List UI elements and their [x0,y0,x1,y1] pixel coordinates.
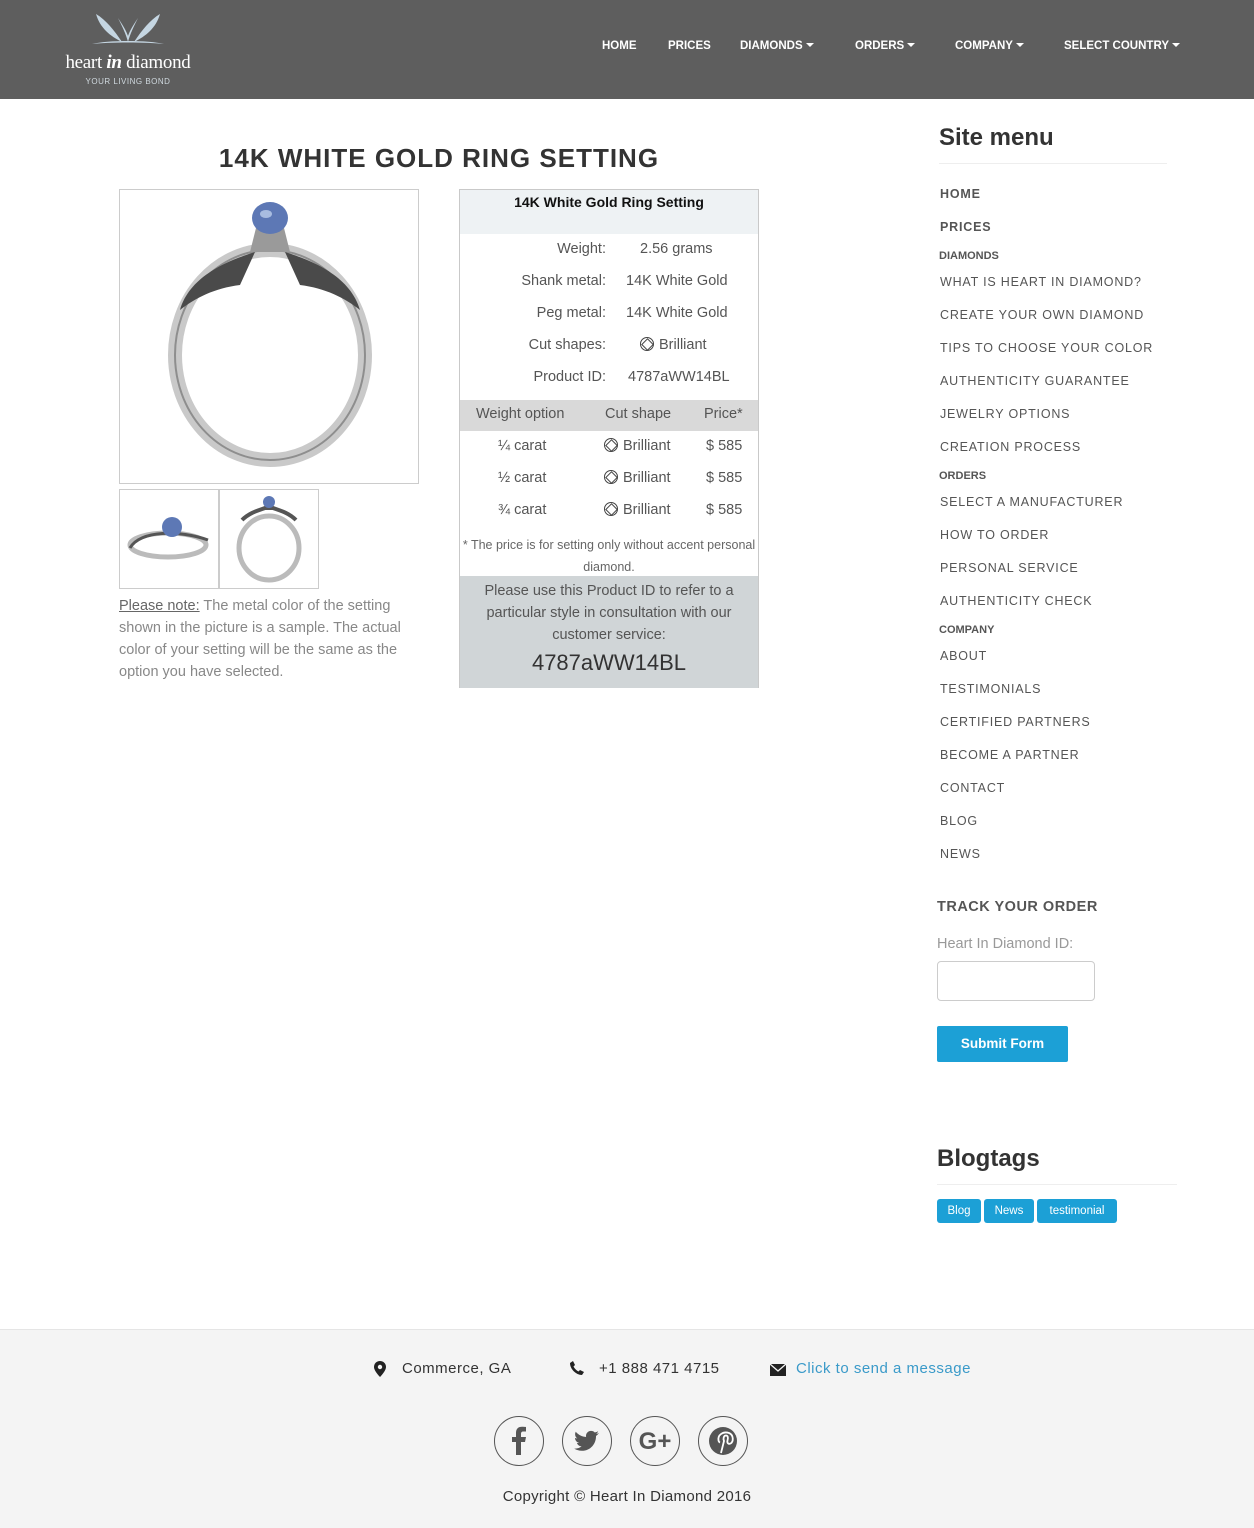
sidebar-item-contact[interactable]: CONTACT [940,781,1005,795]
top-navbar: heart in diamond YOUR LIVING BOND HOME P… [0,0,1254,99]
product-id-value: 4787aWW14BL [628,369,730,385]
submit-form-button[interactable]: Submit Form [937,1026,1068,1062]
tag-blog[interactable]: Blog [937,1199,981,1223]
sidebar-item-tips-to-choose-your-color[interactable]: TIPS TO CHOOSE YOUR COLOR [940,341,1153,355]
brand-name: heart in diamond [65,52,191,73]
product-thumbnail[interactable] [219,489,319,589]
sidebar-item-home[interactable]: HOME [940,187,981,201]
product-main-image[interactable] [119,189,419,484]
order-id-input[interactable] [937,961,1095,1001]
sidebar-item-certified-partners[interactable]: CERTIFIED PARTNERS [940,715,1091,729]
option-weight: ¼ carat [498,438,547,454]
price-footnote: * The price is for setting only without … [462,538,756,574]
twitter-icon[interactable] [562,1416,612,1466]
brand-logo[interactable]: heart in diamond YOUR LIVING BOND [62,10,202,90]
nav-orders[interactable]: ORDERS [855,40,916,56]
cut-value: Brilliant [640,337,707,353]
shank-value: 14K White Gold [626,273,728,289]
sidebar-item-authenticity-check[interactable]: AUTHENTICITY CHECK [940,594,1092,608]
sidebar-item-become-a-partner[interactable]: BECOME A PARTNER [940,748,1079,762]
brand-tagline: YOUR LIVING BOND [85,77,171,86]
tag-testimonial[interactable]: testimonial [1037,1199,1117,1223]
sidebar-item-create-your-own-diamond[interactable]: CREATE YOUR OWN DIAMOND [940,308,1144,322]
sidebar-category-company: COMPANY [939,624,995,636]
product-id-instructions: Please use this Product ID to refer to a… [484,583,734,643]
option-price: $ 585 [706,438,743,454]
sidebar-item-authenticity-guarantee[interactable]: AUTHENTICITY GUARANTEE [940,374,1130,388]
copyright: Copyright © Heart In Diamond 2016 [502,1488,752,1505]
shank-label: Shank metal: [521,273,606,289]
nav-select-country[interactable]: SELECT COUNTRY [1064,40,1180,56]
nav-prices[interactable]: PRICES [668,40,711,56]
sidebar-item-prices[interactable]: PRICES [940,220,991,234]
tag-news[interactable]: News [984,1199,1034,1223]
page-title: 14K WHITE GOLD RING SETTING [218,143,660,173]
caret-down-icon [805,43,814,47]
sidebar-item-select-a-manufacturer[interactable]: SELECT A MANUFACTURER [940,495,1123,509]
sidebar-item-how-to-order[interactable]: HOW TO ORDER [940,528,1049,542]
pinterest-icon[interactable] [698,1416,748,1466]
option-price: $ 585 [706,470,743,486]
nav-home[interactable]: HOME [602,40,637,56]
option-cut: Brilliant [604,470,671,486]
blogtags-title: Blogtags [937,1145,1040,1172]
sidebar-item-testimonials[interactable]: TESTIMONIALS [940,682,1041,696]
col-header-weight: Weight option [476,406,565,422]
peg-value: 14K White Gold [626,305,728,321]
caret-down-icon [907,43,916,47]
option-price: $ 585 [706,502,743,518]
send-message-link[interactable]: Click to send a message [796,1360,971,1377]
brilliant-cut-icon [640,337,654,351]
brilliant-cut-icon [604,502,618,516]
weight-label: Weight: [557,241,606,257]
nav-diamonds[interactable]: DIAMONDS [740,40,814,56]
sidebar-item-what-is-heart-in-diamond[interactable]: WHAT IS HEART IN DIAMOND? [940,275,1142,289]
sidebar-item-news[interactable]: NEWS [940,847,981,861]
product-thumbnail[interactable] [119,489,219,589]
order-id-label: Heart In Diamond ID: [937,936,1074,952]
product-id-callout: Please use this Product ID to refer to a… [460,576,758,688]
svg-text:G+: G+ [639,1428,672,1455]
map-marker-icon [374,1361,386,1377]
divider [939,163,1167,164]
sidebar-item-blog[interactable]: BLOG [940,814,978,828]
sidebar-item-jewelry-options[interactable]: JEWELRY OPTIONS [940,407,1070,421]
divider [937,1184,1177,1185]
nav-company[interactable]: COMPANY [955,40,1024,56]
product-id-large: 4787aWW14BL [531,650,687,675]
col-header-price: Price* [704,406,743,422]
sidebar-title: Site menu [939,124,1054,151]
caret-down-icon [1015,43,1024,47]
weight-value: 2.56 grams [640,241,713,257]
brilliant-cut-icon [604,470,618,484]
phone-icon [570,1361,584,1375]
cut-label: Cut shapes: [528,337,606,353]
option-cut: Brilliant [604,438,671,454]
option-weight: ¾ carat [498,502,547,518]
envelope-icon [770,1364,786,1376]
heart-logo-icon [92,14,164,44]
facebook-icon[interactable] [494,1416,544,1466]
option-weight: ½ carat [498,470,547,486]
product-id-label: Product ID: [533,369,606,385]
metal-color-note: Please note: The metal color of the sett… [119,598,401,680]
spec-panel: 14K White Gold Ring Setting Weight: 2.56… [459,189,759,688]
sidebar-category-diamonds: DIAMONDS [939,250,999,262]
sidebar-item-about[interactable]: ABOUT [940,649,987,663]
spec-heading: 14K White Gold Ring Setting [460,190,758,234]
sidebar-item-creation-process[interactable]: CREATION PROCESS [940,440,1081,454]
brilliant-cut-icon [604,438,618,452]
google-plus-icon[interactable]: G+ [630,1416,680,1466]
col-header-cut: Cut shape [605,406,672,422]
option-cut: Brilliant [604,502,671,518]
track-order-title: TRACK YOUR ORDER [937,899,1098,915]
footer-location: Commerce, GA [402,1360,512,1377]
caret-down-icon [1172,43,1180,47]
sidebar-category-orders: ORDERS [939,470,987,482]
peg-label: Peg metal: [536,305,606,321]
footer-phone[interactable]: +1 888 471 4715 [599,1360,720,1377]
sidebar-item-personal-service[interactable]: PERSONAL SERVICE [940,561,1079,575]
